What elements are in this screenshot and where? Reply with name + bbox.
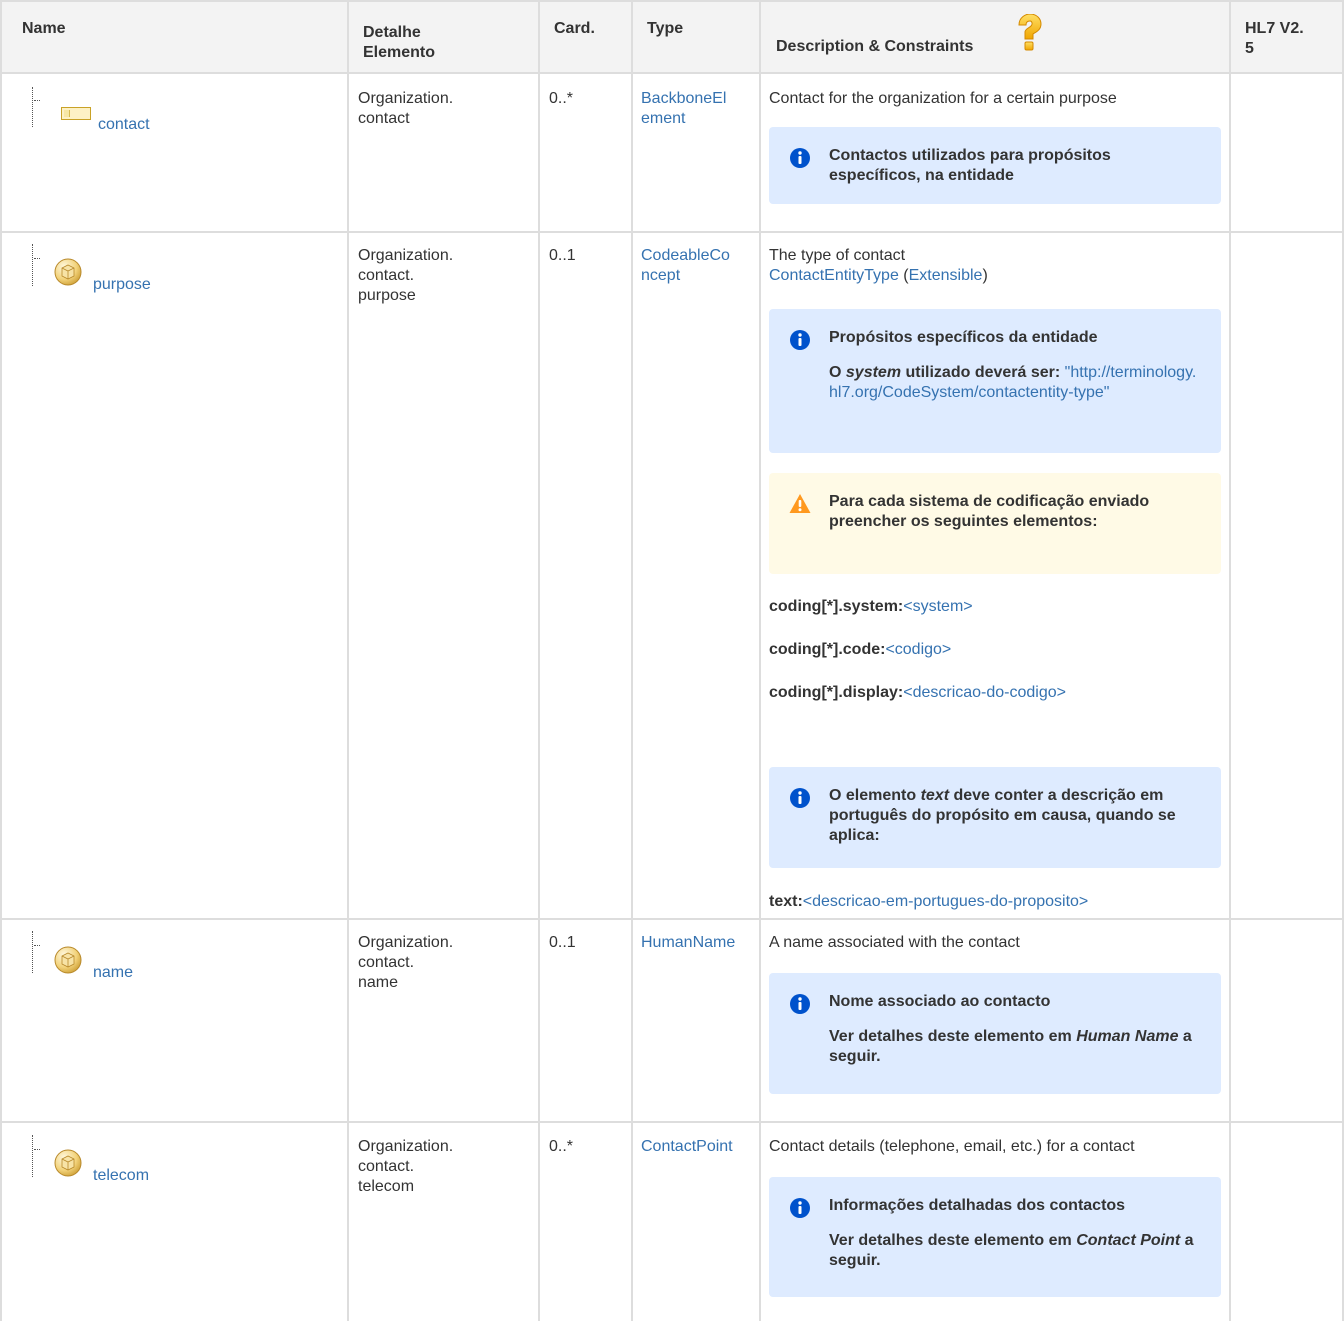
cardinality: 0..* <box>549 90 574 107</box>
structure-table: Name Detalhe Elemento Card. Type Descrip… <box>0 0 1344 1321</box>
help-question-icon[interactable] <box>1014 14 1044 54</box>
cardinality: 0..* <box>549 1138 574 1155</box>
info-panel: Informações detalhadas dos contactos Ver… <box>769 1177 1221 1297</box>
element-path: Organization. contact <box>358 90 454 127</box>
cardinality: 0..1 <box>549 934 576 951</box>
warning-panel: Para cada sistema de codificação enviado… <box>769 473 1221 574</box>
info-text: Contactos utilizados para propósitos esp… <box>829 147 1111 184</box>
info-title: Propósitos específicos da entidade <box>829 329 1098 346</box>
element-description: A name associated with the contact <box>769 934 1020 951</box>
datatype-cube-icon <box>54 946 82 974</box>
type-link[interactable]: BackboneEl ement <box>641 89 726 129</box>
element-name-link[interactable]: purpose <box>93 275 151 295</box>
header-card: Card. <box>554 20 595 37</box>
tree-branch <box>34 258 40 259</box>
type-link[interactable]: CodeableCo ncept <box>641 246 730 286</box>
type-link[interactable]: HumanName <box>641 933 735 953</box>
info-detail: Ver detalhes deste elemento em Contact P… <box>829 1232 1194 1269</box>
element-icon <box>61 107 91 120</box>
binding-valueset-link[interactable]: ContactEntityType <box>769 267 899 284</box>
info-title: Nome associado ao contacto <box>829 993 1051 1010</box>
tree-line <box>32 931 43 973</box>
info-panel: O elemento text deve conter a descrição … <box>769 767 1221 868</box>
coding-system-line: coding[*].system:<system> <box>769 598 973 615</box>
datatype-cube-icon <box>54 258 82 286</box>
info-icon <box>790 994 810 1014</box>
cardinality: 0..1 <box>549 247 576 264</box>
binding-strength-link[interactable]: Extensible <box>909 267 983 284</box>
info-icon <box>790 1198 810 1218</box>
element-path: Organization. contact. telecom <box>358 1138 454 1195</box>
datatype-cube-icon <box>54 1149 82 1177</box>
info-text: O elemento text deve conter a descrição … <box>829 787 1176 844</box>
element-description: The type of contact ContactEntityType (E… <box>769 247 988 284</box>
info-system: O system utilizado deverá ser: "http://t… <box>829 364 1197 401</box>
type-link[interactable]: ContactPoint <box>641 1137 733 1157</box>
info-detail: Ver detalhes deste elemento em Human Nam… <box>829 1028 1192 1065</box>
coding-code-line: coding[*].code:<codigo> <box>769 641 952 658</box>
element-path: Organization. contact. name <box>358 934 454 991</box>
row-divider <box>0 1121 1344 1123</box>
header-detalhe: Detalhe Elemento <box>363 24 436 61</box>
element-name-link[interactable]: contact <box>98 115 150 135</box>
info-title: Informações detalhadas dos contactos <box>829 1197 1126 1214</box>
header-description: Description & Constraints <box>776 38 974 55</box>
row-divider <box>0 918 1344 920</box>
warning-icon <box>789 494 811 513</box>
coding-display-line: coding[*].display:<descricao-do-codigo> <box>769 684 1066 701</box>
info-panel: Nome associado ao contacto Ver detalhes … <box>769 973 1221 1094</box>
header-type: Type <box>647 20 684 37</box>
element-name-link[interactable]: name <box>93 963 133 983</box>
element-path: Organization. contact. purpose <box>358 247 454 304</box>
header-name: Name <box>22 20 66 37</box>
info-panel: Propósitos específicos da entidade O sys… <box>769 309 1221 453</box>
tree-branch <box>34 1149 40 1150</box>
info-panel: Contactos utilizados para propósitos esp… <box>769 127 1221 204</box>
info-icon <box>790 148 810 168</box>
row-divider <box>0 72 1344 74</box>
element-description: Contact for the organization for a certa… <box>769 90 1117 107</box>
row-divider <box>0 231 1344 233</box>
tree-line <box>32 87 43 127</box>
tree-line <box>32 1135 43 1177</box>
tree-branch <box>34 100 40 101</box>
tree-line <box>32 244 43 286</box>
element-description: Contact details (telephone, email, etc.)… <box>769 1138 1135 1155</box>
header-hl7: HL7 V2. 5 <box>1245 20 1304 57</box>
warning-text: Para cada sistema de codificação enviado… <box>829 493 1150 530</box>
info-icon <box>790 330 810 350</box>
element-name-link[interactable]: telecom <box>93 1166 149 1186</box>
row-divider <box>0 0 1344 2</box>
binding: ContactEntityType (Extensible) <box>769 267 988 284</box>
info-icon <box>790 788 810 808</box>
text-line: text:<descricao-em-portugues-do-proposit… <box>769 893 1089 910</box>
tree-branch <box>34 945 40 946</box>
